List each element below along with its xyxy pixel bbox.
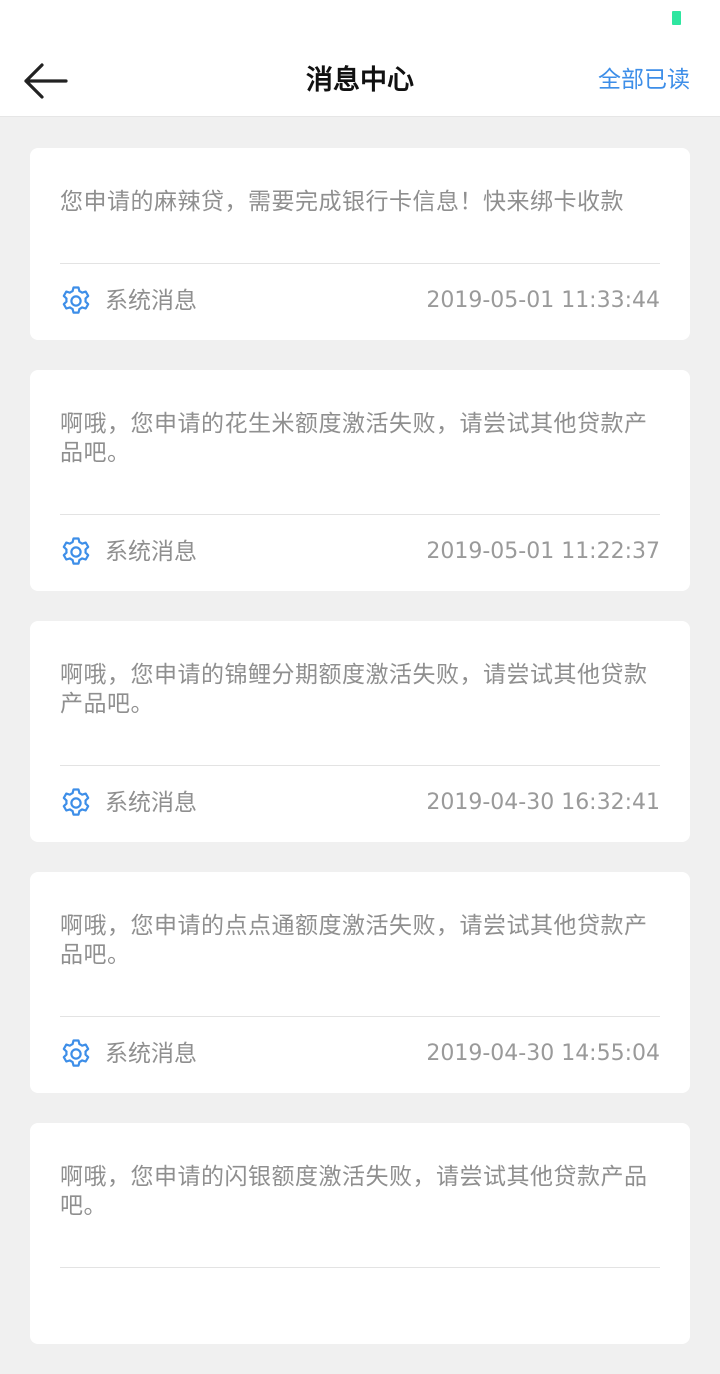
message-card[interactable]: 啊哦，您申请的闪银额度激活失败，请尝试其他贷款产品吧。 [30, 1123, 690, 1344]
message-content: 您申请的麻辣贷，需要完成银行卡信息！快来绑卡收款 [60, 189, 624, 215]
message-card[interactable]: 啊哦，您申请的花生米额度激活失败，请尝试其他贷款产品吧。 系统消息 2019-0… [30, 370, 690, 591]
message-footer [60, 1268, 660, 1344]
gear-icon [62, 537, 90, 565]
message-content: 啊哦，您申请的点点通额度激活失败，请尝试其他贷款产品吧。 [60, 913, 648, 968]
message-card[interactable]: 啊哦，您申请的点点通额度激活失败，请尝试其他贷款产品吧。 系统消息 2019-0… [30, 872, 690, 1093]
battery-icon [672, 11, 681, 25]
message-footer: 系统消息 2019-04-30 14:55:04 [60, 1017, 660, 1093]
message-time: 2019-05-01 11:22:37 [426, 539, 660, 564]
message-footer: 系统消息 2019-05-01 11:33:44 [60, 264, 660, 340]
gear-icon [62, 788, 90, 816]
message-content: 啊哦，您申请的闪银额度激活失败，请尝试其他贷款产品吧。 [60, 1164, 648, 1219]
message-list: 您申请的麻辣贷，需要完成银行卡信息！快来绑卡收款 系统消息 2019-05-01… [30, 148, 690, 1374]
message-card[interactable]: 您申请的麻辣贷，需要完成银行卡信息！快来绑卡收款 系统消息 2019-05-01… [30, 148, 690, 340]
mark-all-read-button[interactable]: 全部已读 [598, 65, 690, 95]
message-source: 系统消息 [105, 790, 197, 816]
gear-icon [62, 1039, 90, 1067]
message-content: 啊哦，您申请的锦鲤分期额度激活失败，请尝试其他贷款产品吧。 [60, 662, 648, 717]
message-time: 2019-05-01 11:33:44 [426, 288, 660, 313]
message-content: 啊哦，您申请的花生米额度激活失败，请尝试其他贷款产品吧。 [60, 411, 648, 466]
status-bar [0, 0, 720, 46]
message-source: 系统消息 [105, 288, 197, 314]
navbar: 消息中心 全部已读 [0, 46, 720, 117]
message-footer: 系统消息 2019-05-01 11:22:37 [60, 515, 660, 591]
message-time: 2019-04-30 16:32:41 [426, 790, 660, 815]
message-footer: 系统消息 2019-04-30 16:32:41 [60, 766, 660, 842]
message-source: 系统消息 [105, 1041, 197, 1067]
message-time: 2019-04-30 14:55:04 [426, 1041, 660, 1066]
message-card[interactable]: 啊哦，您申请的锦鲤分期额度激活失败，请尝试其他贷款产品吧。 系统消息 2019-… [30, 621, 690, 842]
message-source: 系统消息 [105, 539, 197, 565]
gear-icon [62, 286, 90, 314]
